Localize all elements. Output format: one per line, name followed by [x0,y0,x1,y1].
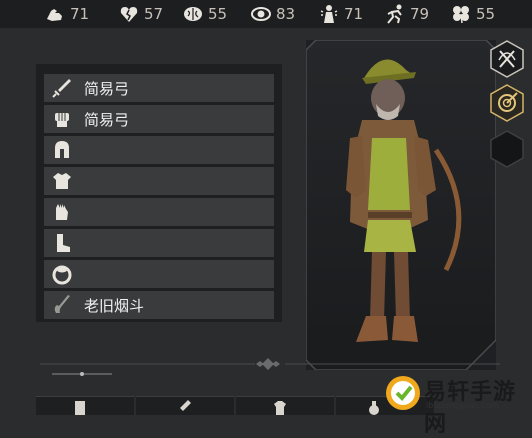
character-portrait [305,39,497,371]
equip-slot-label: 老旧烟斗 [84,296,145,315]
helmet-icon [55,141,69,158]
equip-slot-offhand[interactable]: 简易弓 [44,105,274,133]
equip-slot-feet[interactable] [44,229,274,257]
equip-slot-trinket[interactable]: 老旧烟斗 [44,291,274,319]
equip-slot-label: 简易弓 [84,110,130,129]
empty-hex-slot[interactable] [488,130,526,168]
watermark-url: ibudongguan.com [426,401,499,410]
stat-value: 71 [344,5,364,23]
stat-value: 57 [144,5,164,23]
sword-icon [52,79,71,98]
stat-value: 55 [208,5,228,23]
running-figure-icon [387,4,402,24]
stat-luck: 55 [450,3,495,25]
ring-icon [52,265,72,285]
stat-perception: 83 [250,3,295,25]
chest-armor-icon [53,173,71,189]
stat-intelligence: 55 [182,3,227,25]
equip-slot-hands[interactable] [44,198,274,226]
equip-slot-head[interactable] [44,136,274,164]
fist-icon [55,113,69,127]
stat-strength: 71 [44,3,89,25]
potion-tab-icon [369,401,379,415]
clover-icon [453,6,469,24]
stat-value: 55 [476,5,496,23]
tab-armor[interactable] [36,396,134,415]
equip-slot-weapon[interactable]: 简易弓 [44,74,274,102]
equipment-panel: 简易弓 简易弓 老旧烟斗 [36,64,282,322]
equip-slot-chest[interactable] [44,167,274,195]
stat-value: 83 [276,5,296,23]
stat-value: 71 [70,5,90,23]
equip-slot-ring[interactable] [44,260,274,288]
site-watermark: 易轩手游网 ibudongguan.com [384,372,532,437]
brain-icon [184,7,202,21]
speech-figure-icon [320,5,338,23]
bow-crossed-icon[interactable] [488,40,526,78]
target-icon[interactable] [488,84,526,122]
character-preview [305,39,524,371]
stat-value: 79 [410,5,430,23]
armor-tab-icon [75,401,85,415]
tab-clothing[interactable] [236,396,334,415]
eye-icon [251,7,271,21]
chest-tab-icon [274,401,286,415]
sword-tab-icon [180,400,191,411]
boot-icon [57,234,70,252]
broken-heart-icon [120,7,138,22]
stat-charisma: 71 [318,3,363,25]
stat-agility: 79 [384,3,429,25]
strength-arm-icon [47,9,62,21]
stat-health: 57 [118,3,163,25]
attribute-bar: 71 57 55 83 71 79 55 [0,0,532,28]
tab-weapons[interactable] [136,396,234,415]
pipe-icon [54,295,70,313]
equip-slot-label: 简易弓 [84,79,130,98]
gauntlet-icon [56,204,68,220]
watermark-logo-icon [386,376,420,410]
